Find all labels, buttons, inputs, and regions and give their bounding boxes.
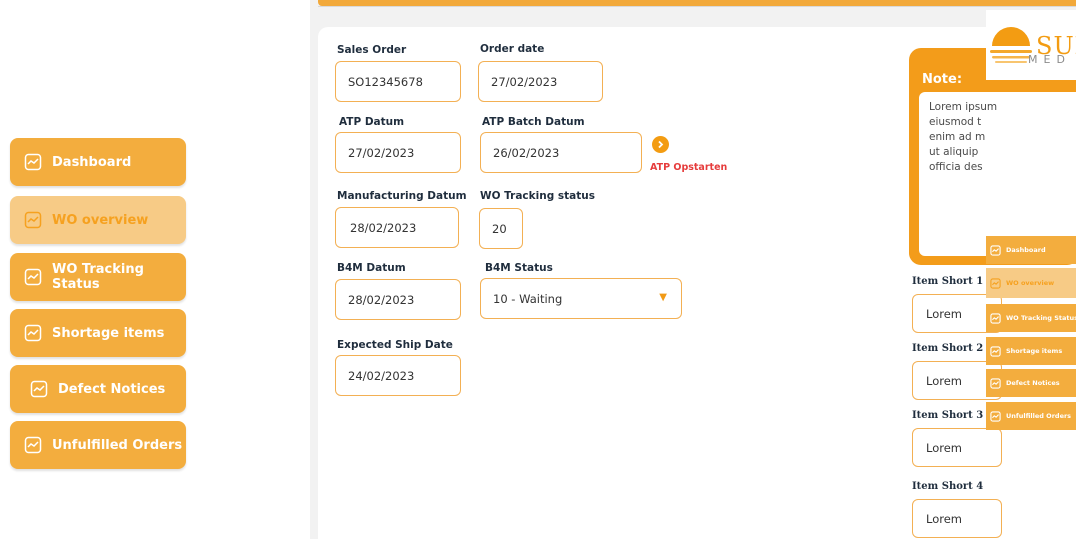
right-nav-item-unfulfilled-orders[interactable]: Unfulfilled Orders [986,402,1076,430]
expected-ship-date-field[interactable]: 24/02/2023 [335,355,461,396]
right-nav-item-shortage-items[interactable]: Shortage items [986,337,1076,365]
chart-icon [24,436,42,454]
right-nav-item-label: Dashboard [1006,246,1046,254]
item-short-4-label: Item Short 4 [912,481,984,492]
right-nav-item-label: WO overview [1006,279,1055,287]
chart-icon [990,410,1001,422]
right-nav-item-label: Unfulfilled Orders [1006,412,1072,420]
chart-icon [990,377,1001,389]
header-bar [318,0,1076,7]
wo-tracking-status-label: WO Tracking status [480,190,595,202]
order-date-label: Order date [480,43,545,55]
chart-icon [24,324,42,342]
sidebar-item-unfulfilled-orders[interactable]: Unfulfilled Orders [10,421,186,469]
item-short-2-label: Item Short 2 [912,343,984,354]
right-nav-item-label: Shortage items [1006,347,1063,355]
right-nav-item-wo-overview[interactable]: WO overview [986,268,1076,298]
item-short-1-label: Item Short 1 [912,276,984,287]
atp-batch-datum-label: ATP Batch Datum [482,116,585,128]
sales-order-field[interactable]: SO12345678 [335,61,461,102]
atp-datum-label: ATP Datum [339,116,405,128]
right-nav-item-label: Defect Notices [1006,379,1060,387]
chart-icon [990,277,1001,289]
sidebar-item-label: WO overview [52,212,149,228]
expected-ship-date-label: Expected Ship Date [337,339,453,351]
order-date-field[interactable]: 27/02/2023 [478,61,603,102]
chart-icon [990,312,1001,324]
logo-wordmark-bottom: MED [1028,53,1071,66]
manufacturing-datum-label: Manufacturing Datum [337,190,467,202]
wo-tracking-status-field[interactable]: 20 [479,208,523,249]
sidebar-item-dashboard[interactable]: Dashboard [10,138,186,186]
right-nav-item-label: WO Tracking Status [1006,314,1076,322]
atp-start-link[interactable]: ATP Opstarten [650,162,727,173]
chart-icon [990,345,1001,357]
item-short-4-field[interactable]: Lorem [912,499,1002,538]
right-nav-item-dashboard[interactable]: Dashboard [986,236,1076,264]
b4m-status-select[interactable]: 10 - Waiting ▼ [480,278,682,319]
item-short-3-field[interactable]: Lorem [912,428,1002,467]
sidebar-item-label: Dashboard [52,154,132,170]
right-nav-item-defect-notices[interactable]: Defect Notices [986,369,1076,397]
chart-icon [24,153,42,171]
b4m-status-value: 10 - Waiting [493,291,563,306]
item-short-3-label: Item Short 3 [912,410,984,421]
sidebar-item-wo-overview[interactable]: WO overview [10,196,186,244]
sidebar-item-label: Unfulfilled Orders [52,437,183,453]
sidebar-item-wo-tracking-status[interactable]: WO Tracking Status [10,253,186,301]
sidebar-item-label: WO Tracking Status [52,262,144,292]
chart-icon [990,244,1001,256]
right-nav-item-wo-tracking-status[interactable]: WO Tracking Status [986,304,1076,332]
note-title: Note: [922,72,963,87]
sales-order-label: Sales Order [337,44,407,56]
atp-datum-field[interactable]: 27/02/2023 [335,132,461,173]
caret-down-icon: ▼ [659,292,667,303]
atp-batch-datum-field[interactable]: 26/02/2023 [480,132,642,173]
sidebar-item-label: Shortage items [52,325,165,341]
b4m-datum-field[interactable]: 28/02/2023 [335,279,461,320]
chart-icon [24,268,42,286]
sidebar-item-label: Defect Notices [58,381,166,397]
chevron-right-icon [658,140,664,149]
chart-icon [30,380,48,398]
chart-icon [24,211,42,229]
sidebar-item-defect-notices[interactable]: Defect Notices [10,365,186,413]
note-textarea[interactable]: Lorem ipsum eiusmod t enim ad m ut aliqu… [919,92,1076,256]
atp-start-button[interactable] [652,136,669,153]
note-card: Note: Lorem ipsum eiusmod t enim ad m ut… [909,48,1076,265]
b4m-datum-label: B4M Datum [337,262,406,274]
b4m-status-label: B4M Status [485,262,553,274]
sidebar-item-shortage-items[interactable]: Shortage items [10,309,186,357]
manufacturing-datum-field[interactable]: 28/02/2023 [335,207,459,248]
